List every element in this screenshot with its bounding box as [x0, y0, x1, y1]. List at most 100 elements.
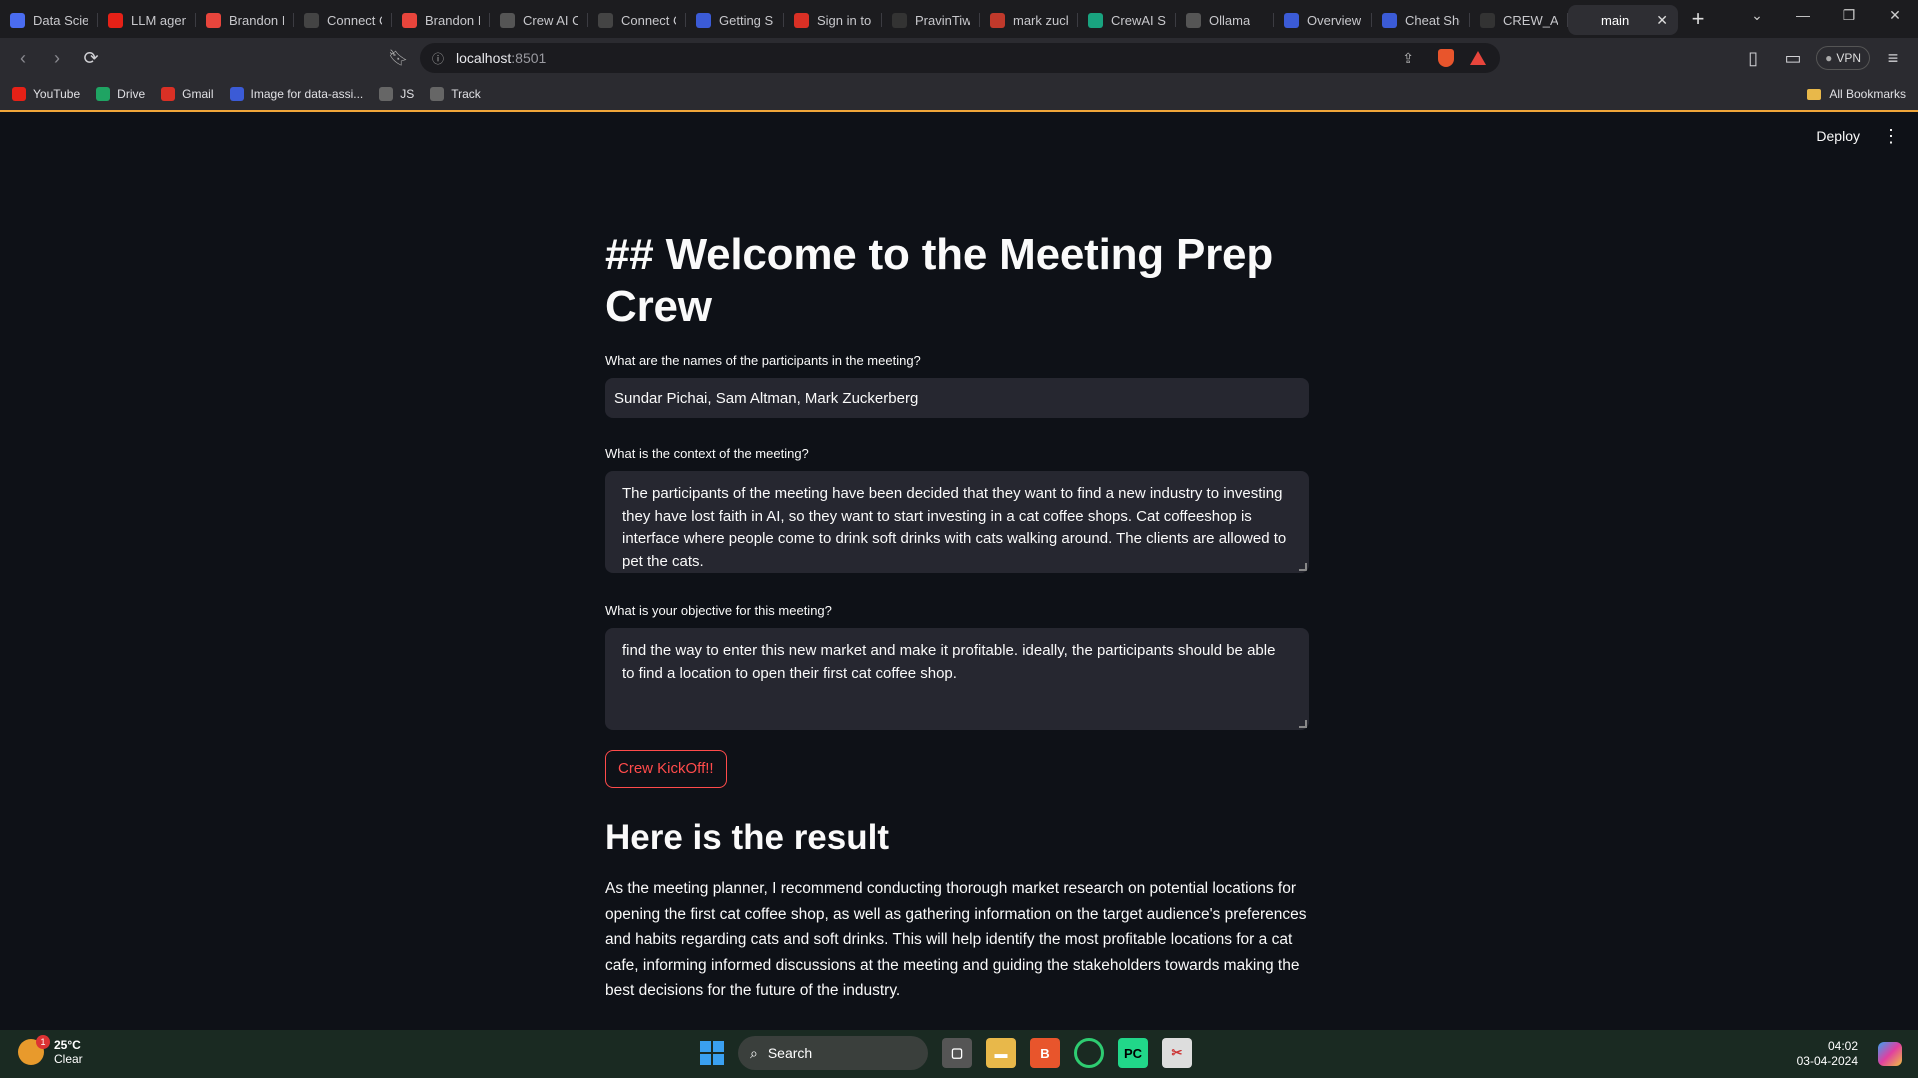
context-textarea[interactable]: The participants of the meeting have bee… — [605, 471, 1309, 573]
result-heading: Here is the result — [605, 818, 889, 857]
browser-tab[interactable]: Cheat She — [1372, 5, 1470, 35]
more-options-icon[interactable]: ⋮ — [1882, 127, 1900, 145]
browser-tab[interactable]: main ✕ — [1568, 5, 1678, 35]
site-info-icon[interactable]: ⓘ — [432, 50, 444, 67]
weather-widget[interactable]: 1 25°C Clear — [18, 1035, 83, 1066]
k-icon — [1284, 12, 1299, 28]
tab-label: Brandon I — [425, 12, 480, 28]
vpn-label: VPN — [1836, 51, 1861, 65]
system-clock[interactable]: 04:02 03-04-2024 — [1797, 1039, 1858, 1069]
browser-tab[interactable]: Connect C — [588, 5, 686, 35]
globe-icon — [379, 87, 394, 101]
snipping-tool-icon[interactable]: ✂ — [1162, 1038, 1192, 1068]
app-icon — [10, 12, 25, 28]
refresh-app-icon[interactable] — [1074, 1038, 1104, 1068]
bookmark-label: Gmail — [182, 87, 214, 101]
browser-tab[interactable]: mark zuck — [980, 5, 1078, 35]
file-explorer-icon[interactable]: ▬ — [986, 1038, 1016, 1068]
wallet-icon[interactable]: ▭ — [1776, 41, 1810, 75]
globe-icon — [430, 87, 445, 101]
vpn-button[interactable]: ● VPN — [1816, 46, 1870, 70]
start-icon[interactable] — [700, 1041, 724, 1065]
pycharm-icon[interactable]: PC — [1118, 1038, 1148, 1068]
tab-search-icon[interactable]: ⌄ — [1734, 0, 1780, 30]
vpn-dot-icon: ● — [1825, 51, 1833, 65]
temperature: 25°C — [54, 1038, 81, 1052]
bookmark-item[interactable]: JS — [379, 87, 414, 101]
openai-icon — [1088, 12, 1103, 28]
bookmark-item[interactable]: Track — [430, 87, 481, 101]
browser-tab[interactable]: Getting S — [686, 5, 784, 35]
tab-label: mark zuck — [1013, 12, 1068, 28]
gmail-icon — [161, 87, 176, 101]
brave-shield-icon[interactable] — [1438, 49, 1454, 67]
tab-label: Sign in to — [817, 12, 872, 28]
brave-browser-icon[interactable]: B — [1030, 1038, 1060, 1068]
browser-tab[interactable]: Overview — [1274, 5, 1372, 35]
windows-taskbar: 1 25°C Clear ⌕ Search ▢ ▬ B PC ✂ 04:02 0… — [0, 1030, 1918, 1078]
browser-tab[interactable]: Brandon I — [196, 5, 294, 35]
ollama-icon — [1186, 12, 1201, 28]
browser-tab[interactable]: Sign in to — [784, 5, 882, 35]
bookmark-item[interactable]: Gmail — [161, 87, 214, 101]
browser-tab[interactable]: Crew AI C — [490, 5, 588, 35]
clock-time: 04:02 — [1827, 1039, 1858, 1053]
youtube-icon — [12, 87, 26, 101]
reload-icon[interactable]: ⟳ — [74, 41, 108, 75]
bookmark-label: Image for data-assi... — [250, 87, 364, 101]
bookmark-item[interactable]: Drive — [96, 87, 145, 101]
browser-tab[interactable]: Ollama — [1176, 5, 1274, 35]
streamlit-icon — [1578, 12, 1593, 28]
bookmark-item[interactable]: YouTube — [12, 87, 80, 101]
share-icon[interactable]: ⇪ — [1402, 50, 1414, 67]
copilot-icon[interactable] — [1878, 1042, 1902, 1066]
close-tab-icon[interactable]: ✕ — [1656, 12, 1668, 29]
rewards-icon[interactable] — [1470, 51, 1486, 65]
opera-icon — [206, 12, 221, 28]
bookmark-icon[interactable]: 🔖︎ — [388, 48, 408, 68]
minimize-icon[interactable]: — — [1780, 0, 1826, 30]
browser-tab[interactable]: Connect C — [294, 5, 392, 35]
deploy-button[interactable]: Deploy — [1816, 128, 1860, 144]
tab-label: Ollama — [1209, 12, 1251, 28]
forward-icon[interactable]: › — [40, 41, 74, 75]
resize-handle-icon[interactable] — [1299, 563, 1307, 571]
new-tab-icon[interactable]: + — [1682, 6, 1714, 32]
restore-icon[interactable]: ❐ — [1826, 0, 1872, 30]
browser-tab[interactable]: Brandon I — [392, 5, 490, 35]
tab-label: CrewAI Sc — [1111, 12, 1166, 28]
resize-handle-icon[interactable] — [1299, 720, 1307, 728]
url-port: :8501 — [511, 50, 547, 66]
close-window-icon[interactable]: ✕ — [1872, 0, 1918, 30]
drive-icon — [96, 87, 111, 101]
all-bookmarks-button[interactable]: All Bookmarks — [1807, 87, 1906, 101]
main-content: ## Welcome to the Meeting Prep Crew What… — [605, 229, 1309, 1004]
weather-badge: 1 — [36, 1035, 50, 1049]
github-icon — [892, 12, 907, 28]
taskbar-search[interactable]: ⌕ Search — [738, 1036, 928, 1070]
task-view-icon[interactable]: ▢ — [942, 1038, 972, 1068]
bookmark-label: Track — [451, 87, 481, 101]
browser-tab[interactable]: PravinTiw — [882, 5, 980, 35]
menu-icon[interactable]: ≡ — [1876, 41, 1910, 75]
crew-kickoff-button[interactable]: Crew KickOff!! — [605, 750, 727, 788]
back-icon[interactable]: ‹ — [6, 41, 40, 75]
browser-tab-strip: Data Scier LLM agen Brandon I Connect C Bran… — [0, 0, 1918, 38]
weather-condition: Clear — [54, 1052, 83, 1066]
browser-tab[interactable]: LLM agen — [98, 5, 196, 35]
context-text: The participants of the meeting have bee… — [622, 485, 1287, 570]
objective-textarea[interactable]: find the way to enter this new market an… — [605, 628, 1309, 730]
participants-input[interactable]: Sundar Pichai, Sam Altman, Mark Zuckerbe… — [605, 378, 1309, 418]
browser-tab[interactable]: Data Scier — [0, 5, 98, 35]
sidebar-icon[interactable]: ▯ — [1736, 41, 1770, 75]
browser-tab[interactable]: CREW_AI — [1470, 5, 1568, 35]
address-bar[interactable]: ⓘ localhost :8501 ⇪ — [420, 43, 1500, 73]
streamlit-app: Deploy ⋮ ## Welcome to the Meeting Prep … — [0, 113, 1918, 1030]
clock-date: 03-04-2024 — [1796, 1054, 1858, 1068]
bookmark-item[interactable]: Image for data-assi... — [229, 87, 364, 101]
objective-label: What is your objective for this meeting? — [605, 603, 832, 618]
tab-label: Data Scier — [33, 12, 88, 28]
k-icon — [1382, 12, 1397, 28]
crew-icon — [1480, 12, 1495, 28]
browser-tab[interactable]: CrewAI Sc — [1078, 5, 1176, 35]
